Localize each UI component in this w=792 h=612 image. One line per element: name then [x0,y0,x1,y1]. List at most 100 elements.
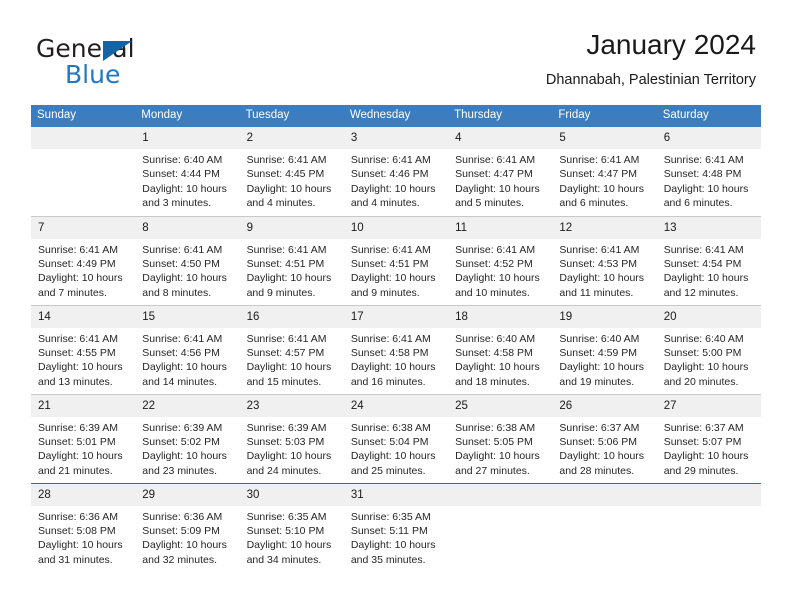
daylight-text-line2: and 10 minutes. [455,286,530,299]
sunrise-text: Sunrise: 6:37 AM [663,421,744,434]
day-cell-2[interactable]: 2 Sunrise: 6:41 AM Sunset: 4:45 PM Daylight… [239,127,344,216]
day-number: 28 [31,483,136,506]
day-number: 17 [343,305,449,328]
day-cell-31[interactable]: 31 Sunrise: 6:35 AM Sunset: 5:11 PM Dayligh… [343,482,449,572]
day-sun-info: Sunrise: 6:39 AM Sunset: 5:02 PM Daylight:… [135,417,239,479]
day-sun-info: Sunrise: 6:40 AM Sunset: 4:44 PM Daylight:… [135,149,239,211]
day-sun-info: Sunrise: 6:39 AM Sunset: 5:01 PM Daylight:… [31,417,135,479]
daylight-text-line1: Daylight: 10 hours [350,182,436,195]
day-cell-1[interactable]: 1 Sunrise: 6:40 AM Sunset: 4:44 PM Daylight… [135,127,240,216]
daylight-text-line1: Daylight: 10 hours [38,539,123,552]
sunset-text: Sunset: 4:54 PM [663,257,742,270]
daylight-text-line1: Daylight: 10 hours [350,272,436,285]
day-cell-5[interactable]: 5 Sunrise: 6:41 AM Sunset: 4:47 PM Daylight… [552,127,657,216]
daylight-text-line1: Daylight: 10 hours [142,361,227,374]
day-cell-13[interactable]: 13 Sunrise: 6:41 AM Sunset: 4:54 PM Dayligh… [656,215,761,305]
day-sun-info: Sunrise: 6:37 AM Sunset: 5:06 PM Daylight:… [552,417,656,479]
day-cell-6[interactable]: 6 Sunrise: 6:41 AM Sunset: 4:48 PM Daylight… [656,127,761,216]
day-cell-20[interactable]: 20 Sunrise: 6:40 AM Sunset: 5:00 PM Dayligh… [656,304,761,394]
sunrise-text: Sunrise: 6:41 AM [38,332,118,345]
daylight-text-line1: Daylight: 10 hours [246,450,332,463]
day-cell-30[interactable]: 30 Sunrise: 6:35 AM Sunset: 5:10 PM Dayligh… [239,482,344,572]
sunset-text: Sunset: 5:08 PM [38,524,116,537]
day-cell-19[interactable]: 19 Sunrise: 6:40 AM Sunset: 4:59 PM Dayligh… [552,304,657,394]
day-cell-18[interactable]: 18 Sunrise: 6:40 AM Sunset: 4:58 PM Dayligh… [448,304,553,394]
day-cell-3[interactable]: 3 Sunrise: 6:41 AM Sunset: 4:46 PM Daylight… [343,127,449,216]
day-cell-27[interactable]: 27 Sunrise: 6:37 AM Sunset: 5:07 PM Dayligh… [656,393,761,483]
day-number: 27 [656,394,761,417]
sunrise-text: Sunrise: 6:41 AM [663,154,744,166]
sunset-text: Sunset: 4:57 PM [246,346,325,359]
sunset-text: Sunset: 5:07 PM [663,435,742,448]
calendar-table: Sunday Monday Tuesday Wednesday Thursday Frid… [31,105,761,572]
day-number: 13 [656,216,761,239]
day-cell-14[interactable]: 14 Sunrise: 6:41 AM Sunset: 4:55 PM Dayligh… [31,304,136,394]
day-sun-info: Sunrise: 6:41 AM Sunset: 4:57 PM Daylight:… [240,328,344,390]
sunrise-text: Sunrise: 6:41 AM [350,243,431,256]
day-cell-17[interactable]: 17 Sunrise: 6:41 AM Sunset: 4:58 PM Dayligh… [343,304,449,394]
day-cell-23[interactable]: 23 Sunrise: 6:39 AM Sunset: 5:03 PM Dayligh… [239,393,344,483]
day-cell-28[interactable]: 28 Sunrise: 6:36 AM Sunset: 5:08 PM Dayligh… [31,482,136,572]
day-cell-15[interactable]: 15 Sunrise: 6:41 AM Sunset: 4:56 PM Dayligh… [135,304,240,394]
day-cell-22[interactable]: 22 Sunrise: 6:39 AM Sunset: 5:02 PM Dayligh… [135,393,240,483]
daylight-text-line2: and 29 minutes. [663,464,739,477]
sunrise-text: Sunrise: 6:35 AM [350,510,431,523]
day-cell-8[interactable]: 8 Sunrise: 6:41 AM Sunset: 4:50 PM Daylight… [135,215,240,305]
general-blue-logo[interactable]: General Blue [36,34,216,89]
day-sun-info: Sunrise: 6:38 AM Sunset: 5:04 PM Daylight:… [344,417,448,479]
weekday-header-monday: Monday [135,105,240,127]
day-number: 30 [239,483,344,506]
day-sun-info: Sunrise: 6:35 AM Sunset: 5:11 PM Daylight:… [344,506,448,568]
day-sun-info: Sunrise: 6:41 AM Sunset: 4:53 PM Daylight:… [552,239,656,301]
daylight-text-line1: Daylight: 10 hours [455,182,540,195]
day-number [448,483,553,506]
calendar-week-row: 1 Sunrise: 6:40 AM Sunset: 4:44 PM Daylight… [31,127,761,216]
day-cell-25[interactable]: 25 Sunrise: 6:38 AM Sunset: 5:05 PM Dayligh… [448,393,553,483]
day-cell-29[interactable]: 29 Sunrise: 6:36 AM Sunset: 5:09 PM Dayligh… [135,482,240,572]
sunrise-text: Sunrise: 6:40 AM [663,332,744,345]
daylight-text-line1: Daylight: 10 hours [38,272,123,285]
day-number: 10 [343,216,449,239]
day-sun-info: Sunrise: 6:40 AM Sunset: 4:59 PM Daylight:… [552,328,656,390]
day-sun-info: Sunrise: 6:41 AM Sunset: 4:56 PM Daylight:… [135,328,239,390]
daylight-text-line1: Daylight: 10 hours [455,272,540,285]
sunrise-text: Sunrise: 6:41 AM [246,243,327,256]
day-cell-16[interactable]: 16 Sunrise: 6:41 AM Sunset: 4:57 PM Dayligh… [239,304,344,394]
day-cell-24[interactable]: 24 Sunrise: 6:38 AM Sunset: 5:04 PM Dayligh… [343,393,449,483]
day-sun-info: Sunrise: 6:36 AM Sunset: 5:08 PM Daylight:… [31,506,135,568]
daylight-text-line1: Daylight: 10 hours [142,539,227,552]
day-cell-12[interactable]: 12 Sunrise: 6:41 AM Sunset: 4:53 PM Dayligh… [552,215,657,305]
sunrise-text: Sunrise: 6:41 AM [38,243,118,256]
day-cell-4[interactable]: 4 Sunrise: 6:41 AM Sunset: 4:47 PM Daylight… [448,127,553,216]
day-number: 19 [552,305,657,328]
day-cell-7[interactable]: 7 Sunrise: 6:41 AM Sunset: 4:49 PM Daylight… [31,215,136,305]
daylight-text-line2: and 12 minutes. [663,286,739,299]
daylight-text-line2: and 25 minutes. [350,464,426,477]
day-sun-info: Sunrise: 6:39 AM Sunset: 5:03 PM Daylight:… [240,417,344,479]
daylight-text-line2: and 19 minutes. [559,375,635,388]
day-number: 23 [239,394,344,417]
sunrise-text: Sunrise: 6:40 AM [455,332,536,345]
daylight-text-line2: and 31 minutes. [38,553,113,566]
day-cell-26[interactable]: 26 Sunrise: 6:37 AM Sunset: 5:06 PM Dayligh… [552,393,657,483]
sunset-text: Sunset: 5:00 PM [663,346,742,359]
daylight-text-line1: Daylight: 10 hours [559,450,645,463]
weekday-header-friday: Friday [552,105,657,127]
day-cell-10[interactable]: 10 Sunrise: 6:41 AM Sunset: 4:51 PM Dayligh… [343,215,449,305]
day-sun-info: Sunrise: 6:41 AM Sunset: 4:52 PM Daylight:… [448,239,552,301]
daylight-text-line1: Daylight: 10 hours [350,539,436,552]
day-cell-9[interactable]: 9 Sunrise: 6:41 AM Sunset: 4:51 PM Daylight… [239,215,344,305]
day-number [656,483,761,506]
sunrise-text: Sunrise: 6:41 AM [559,154,640,166]
day-cell-21[interactable]: 21 Sunrise: 6:39 AM Sunset: 5:01 PM Dayligh… [31,393,136,483]
sunset-text: Sunset: 4:51 PM [246,257,325,270]
page-subtitle-location: Dhannabah, Palestinian Territory [545,72,756,88]
page-header: General Blue January 2024 Dhannabah, Pal… [0,0,792,98]
day-number: 7 [31,216,136,239]
day-sun-info: Sunrise: 6:41 AM Sunset: 4:55 PM Daylight:… [31,328,135,390]
day-cell-11[interactable]: 11 Sunrise: 6:41 AM Sunset: 4:52 PM Dayligh… [448,215,553,305]
daylight-text-line1: Daylight: 10 hours [38,450,123,463]
sunset-text: Sunset: 4:52 PM [455,257,533,270]
sunrise-text: Sunrise: 6:35 AM [246,510,327,523]
daylight-text-line2: and 28 minutes. [559,464,635,477]
